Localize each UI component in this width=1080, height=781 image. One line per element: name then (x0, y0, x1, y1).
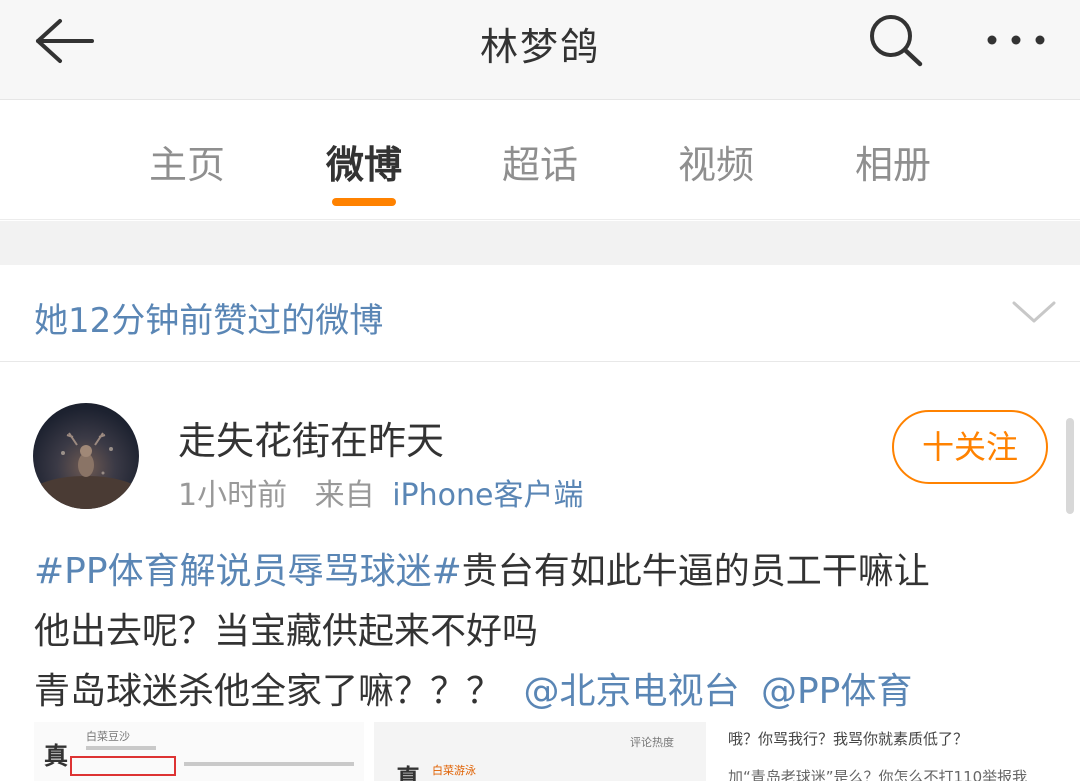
avatar-image (33, 432, 139, 509)
post-source[interactable]: iPhone客户端 (392, 478, 583, 513)
search-icon (870, 15, 923, 67)
tab-video[interactable]: 视频 (651, 134, 781, 189)
content-line-3: 青岛球迷杀他全家了嘛？？？ @北京电视台 @PP体育 (34, 662, 1054, 722)
chevron-down-icon[interactable] (1010, 295, 1058, 327)
thumb-1-caption: 白菜豆沙 (86, 730, 130, 743)
thumb-1-line-2 (184, 762, 354, 766)
thumb-2-side: 评论热度 (630, 736, 674, 749)
post-from-label: 来自 (314, 478, 375, 513)
profile-tabs: 主页 微博 超话 视频 相册 (0, 100, 1080, 220)
post-meta: 1小时前 来自 iPhone客户端 (178, 470, 583, 514)
content-line-1: #PP体育解说员辱骂球迷#贵台有如此牛逼的员工干嘛让 (34, 542, 1054, 602)
top-navigation-bar: 林梦鸽 (0, 0, 1080, 100)
tab-weibo[interactable]: 微博 (299, 134, 429, 189)
hashtag-link[interactable]: #PP体育解说员辱骂球迷# (34, 551, 462, 592)
post-content: #PP体育解说员辱骂球迷#贵台有如此牛逼的员工干嘛让 他出去呢？当宝藏供起来不好… (34, 542, 1054, 722)
thumb-2-caption: 白菜游泳 (432, 764, 476, 777)
thumb-1-line (86, 746, 156, 750)
avatar[interactable] (33, 403, 139, 509)
post-time: 1小时前 (178, 478, 288, 513)
more-dots-icon (987, 35, 1045, 45)
content-text-3: 青岛球迷杀他全家了嘛？？？ (34, 671, 503, 712)
post-images: 真 白菜豆沙 评论热度 真 白菜游泳 哦？你骂我行？我骂你就素质低了？ 加“青岛… (0, 722, 1080, 781)
content-line-2: 他出去呢？当宝藏供起来不好吗 (34, 611, 539, 652)
follow-button[interactable]: 十关注 (892, 410, 1048, 484)
content-text-1: 贵台有如此牛逼的员工干嘛让 (461, 551, 930, 592)
post-image-1[interactable]: 真 白菜豆沙 (34, 722, 364, 781)
more-button[interactable] (984, 18, 1048, 62)
tab-album[interactable]: 相册 (828, 134, 958, 189)
tab-home[interactable]: 主页 (122, 134, 252, 189)
tab-super-topic[interactable]: 超话 (475, 134, 605, 189)
search-button[interactable] (866, 12, 926, 68)
post-image-3[interactable]: 哦？你骂我行？我骂你就素质低了？ 加“青岛老球迷”是么？你怎么不打110举报我 (716, 722, 1056, 781)
thumb-2-big-char: 真 (396, 764, 420, 781)
post-username[interactable]: 走失花街在昨天 (178, 410, 444, 465)
mention-link-btv[interactable]: @北京电视台 (523, 671, 739, 712)
liked-banner-text: 她12分钟前赞过的微博 (34, 301, 384, 341)
scrollbar[interactable] (1066, 418, 1074, 514)
post-image-2[interactable]: 评论热度 真 白菜游泳 (374, 722, 706, 781)
active-tab-indicator (332, 198, 396, 206)
thumb-1-highlight-box (70, 756, 176, 776)
thumb-3-line-2: 加“青岛老球迷”是么？你怎么不打110举报我 (728, 768, 1028, 781)
liked-posts-banner[interactable]: 她12分钟前赞过的微博 (0, 265, 1080, 362)
section-divider (0, 221, 1080, 265)
mention-link-pp[interactable]: @PP体育 (761, 671, 912, 712)
thumb-3-line-1: 哦？你骂我行？我骂你就素质低了？ (728, 730, 969, 748)
post-card: 走失花街在昨天 1小时前 来自 iPhone客户端 十关注 #PP体育解说员辱骂… (0, 362, 1080, 781)
thumb-1-big-char: 真 (44, 742, 68, 770)
